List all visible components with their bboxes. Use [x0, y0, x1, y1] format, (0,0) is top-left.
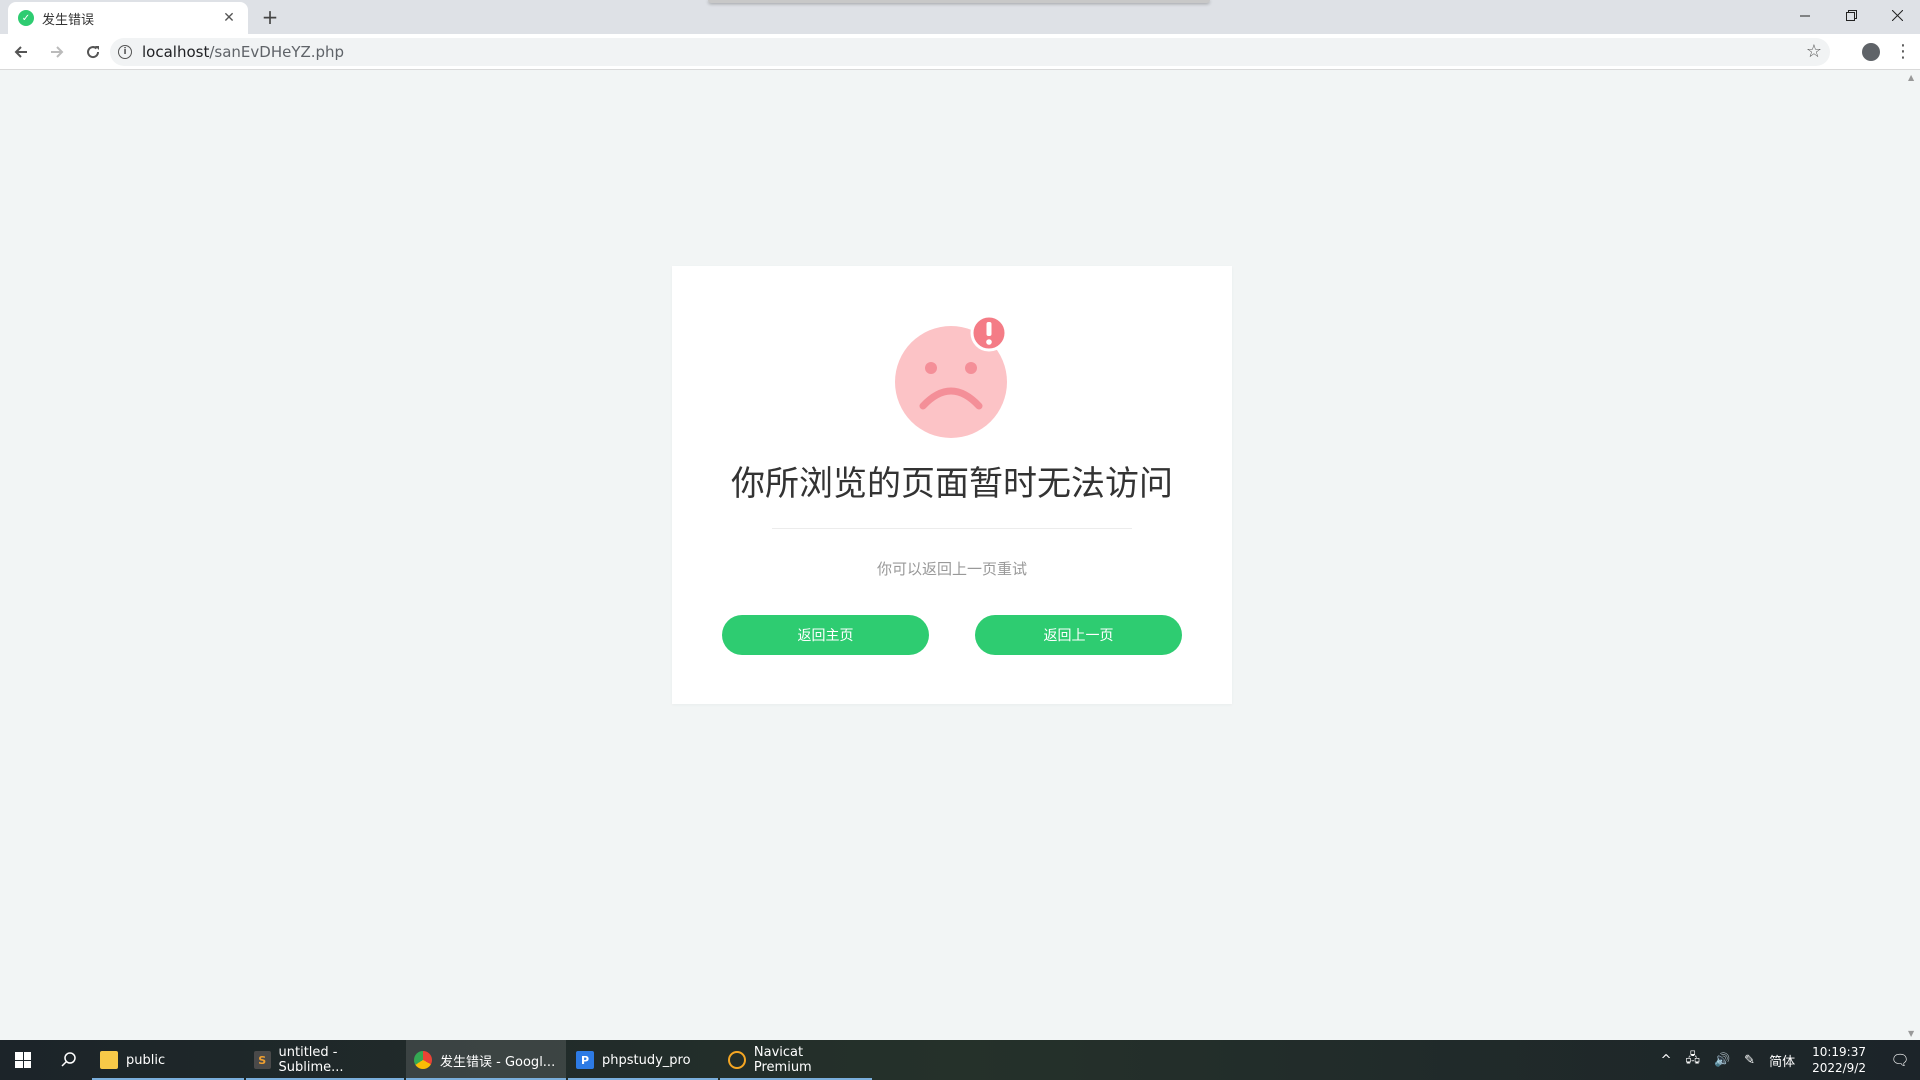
profile-avatar-icon[interactable] — [1862, 43, 1880, 61]
taskbar-item-label: untitled - Sublime... — [278, 1045, 344, 1075]
forward-button[interactable] — [42, 37, 72, 67]
scroll-up-icon[interactable]: ▲ — [1908, 73, 1914, 82]
phpstudy-icon: P — [576, 1051, 594, 1069]
reload-button[interactable] — [78, 37, 108, 67]
browser-toolbar: i localhost /sanEvDHeYZ.php ☆ ⋮ — [0, 34, 1920, 70]
taskbar-item-label: phpstudy_pro — [602, 1052, 691, 1068]
info-icon[interactable]: i — [118, 45, 132, 59]
system-tray: ^ 🖧 🔊 ✎ 简体 10:19:37 2022/9/2 🗨 — [1654, 1040, 1920, 1080]
navicat-icon — [728, 1051, 746, 1069]
sublime-icon: S — [254, 1051, 271, 1069]
show-hidden-icons-icon[interactable]: ^ — [1661, 1053, 1672, 1068]
tab-title: 发生错误 — [42, 12, 95, 28]
error-subtitle: 你可以返回上一页重试 — [876, 560, 1027, 578]
close-window-button[interactable] — [1874, 0, 1920, 30]
bookmark-star-icon[interactable]: ☆ — [1806, 41, 1822, 62]
clock-date: 2022/9/2 — [1812, 1061, 1866, 1075]
volume-icon[interactable]: 🔊 — [1714, 1053, 1730, 1068]
windows-logo-icon — [15, 1052, 31, 1068]
reload-icon — [87, 45, 100, 58]
url-path: /sanEvDHeYZ.php — [209, 43, 345, 61]
search-button[interactable] — [46, 1040, 92, 1080]
tab-close-icon[interactable]: ✕ — [220, 10, 238, 26]
top-popup-edge — [708, 0, 1210, 3]
vertical-scrollbar[interactable]: ▲ ▼ — [1904, 71, 1920, 1040]
window-controls — [1782, 0, 1920, 30]
browser-tab-strip: ✓ 发生错误 ✕ + — [0, 0, 1920, 34]
divider — [772, 528, 1132, 529]
search-icon — [61, 1052, 76, 1067]
new-tab-button[interactable]: + — [258, 5, 282, 29]
taskbar-item-label: Navicat Premium — [753, 1045, 812, 1075]
taskbar-item-label: public — [126, 1052, 166, 1068]
taskbar-item-label: 发生错误 - Googl... — [440, 1054, 556, 1070]
clock[interactable]: 10:19:37 2022/9/2 — [1812, 1044, 1866, 1076]
error-title: 你所浏览的页面暂时无法访问 — [731, 464, 1173, 504]
network-icon[interactable]: 🖧 — [1685, 1049, 1700, 1071]
sad-face-icon — [895, 316, 1008, 438]
url-host: localhost — [142, 43, 210, 61]
back-arrow-icon — [14, 45, 27, 58]
tab-error-page[interactable]: ✓ 发生错误 ✕ — [8, 2, 248, 34]
back-button[interactable] — [6, 37, 36, 67]
taskbar-item-sublime[interactable]: S untitled - Sublime... — [246, 1040, 404, 1080]
taskbar: public S untitled - Sublime... 发生错误 - Go… — [0, 1040, 1920, 1080]
minimize-button[interactable] — [1782, 0, 1828, 30]
site-favicon-icon: ✓ — [18, 10, 34, 26]
close-icon — [1891, 9, 1903, 21]
browser-menu-icon[interactable]: ⋮ — [1894, 38, 1912, 66]
taskbar-item-chrome[interactable]: 发生错误 - Googl... — [406, 1040, 566, 1080]
home-button[interactable]: 返回主页 — [722, 615, 929, 655]
taskbar-item-phpstudy[interactable]: P phpstudy_pro — [568, 1040, 718, 1080]
toolbar-right: ⋮ — [1862, 38, 1912, 66]
taskbar-item-public[interactable]: public — [92, 1040, 244, 1080]
clock-time: 10:19:37 — [1812, 1045, 1866, 1059]
back-page-button[interactable]: 返回上一页 — [975, 615, 1182, 655]
address-bar[interactable]: i localhost /sanEvDHeYZ.php ☆ — [110, 38, 1830, 66]
error-card: 你所浏览的页面暂时无法访问 你可以返回上一页重试 返回主页 返回上一页 — [672, 266, 1232, 704]
ime-indicator[interactable]: 简体 — [1769, 1051, 1795, 1070]
pen-icon[interactable]: ✎ — [1744, 1053, 1755, 1068]
minimize-icon — [1799, 15, 1810, 16]
restore-icon — [1845, 9, 1857, 21]
folder-icon — [100, 1051, 118, 1069]
chrome-icon — [414, 1051, 432, 1069]
restore-button[interactable] — [1828, 0, 1874, 30]
forward-arrow-icon — [51, 45, 64, 58]
scroll-down-icon[interactable]: ▼ — [1908, 1029, 1914, 1038]
notification-icon[interactable]: 🗨 — [1880, 1051, 1920, 1069]
taskbar-item-navicat[interactable]: Navicat Premium — [720, 1040, 872, 1080]
start-button[interactable] — [0, 1040, 46, 1080]
